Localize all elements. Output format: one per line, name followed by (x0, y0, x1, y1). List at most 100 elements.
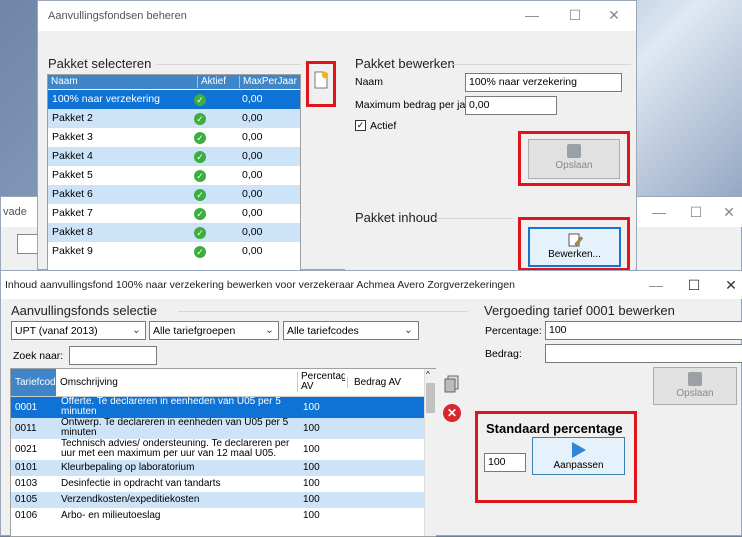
combo-value: Alle tariefgroepen (153, 325, 236, 337)
cell-naam: Pakket 7 (52, 207, 93, 219)
cell-code: 0001 (15, 402, 38, 413)
cell-omschrijving: Desinfectie in opdracht van tandarts (61, 478, 221, 489)
pakket-selecteren-heading: Pakket selecteren (48, 56, 152, 71)
grid-body: 100% naar verzekering ✓ 0,00 Pakket 2 ✓ 0,00… (48, 90, 300, 261)
standaard-percentage-input[interactable]: 100 (484, 453, 526, 472)
col-naam[interactable]: Naam (51, 76, 78, 87)
cell-percentage: 100 (303, 444, 320, 455)
bedrag-input[interactable] (545, 344, 742, 363)
cell-percentage: 100 (303, 510, 320, 521)
scroll-up-icon[interactable]: ^ (426, 370, 430, 379)
table-row[interactable]: Pakket 3 ✓ 0,00 (48, 128, 300, 147)
cell-omschrijving: Offerte. Te declareren in eenheden van U… (61, 397, 281, 417)
grid-header: Naam Aktief MaxPerJaar (48, 75, 300, 89)
cell-max: 0,00 (242, 245, 263, 257)
naam-label: Naam (355, 76, 384, 88)
window-title: Inhoud aanvullingsfond 100% naar verzeke… (5, 279, 515, 291)
check-icon: ✓ (194, 151, 206, 163)
close-button[interactable]: ✕ (721, 277, 741, 294)
vergoeding-heading: Vergoeding tarief 0001 bewerken (484, 303, 675, 318)
cell-omschrijving: Arbo- en milieutoeslag (61, 510, 161, 521)
col-tariefcode[interactable]: Tariefcode (15, 377, 61, 388)
background-close-button[interactable]: ✕ (719, 204, 739, 221)
cell-percentage: 100 (303, 478, 320, 489)
cell-code: 0011 (15, 423, 37, 434)
col-maxperjaar[interactable]: MaxPerJaar (239, 76, 297, 88)
table-row[interactable]: 0001 Offerte. Te declareren in eenheden … (11, 397, 424, 418)
save-icon (567, 144, 581, 158)
cell-code: 0103 (15, 478, 38, 489)
minimize-button[interactable]: — (646, 277, 666, 293)
cell-max: 0,00 (242, 169, 263, 181)
table-row[interactable]: 0101 Kleurbepaling op laboratorium 100 (11, 460, 424, 476)
chevron-down-icon: ⌄ (132, 324, 141, 336)
standaard-percentage-heading: Standaard percentage (486, 421, 623, 436)
table-row[interactable]: 0011 Ontwerp. Te declareren in eenheden … (11, 418, 424, 439)
background-control[interactable] (17, 234, 39, 254)
opslaan-button[interactable]: Opslaan (653, 367, 737, 405)
inhoud-bewerken-window: Inhoud aanvullingsfond 100% naar verzeke… (0, 270, 742, 537)
window-title: Aanvullingsfondsen beheren (48, 10, 187, 22)
check-icon: ✓ (194, 113, 206, 125)
group-divider (433, 218, 513, 219)
table-row[interactable]: 0021 Technisch advies/ ondersteuning. Te… (11, 439, 424, 460)
new-document-icon[interactable] (314, 71, 329, 89)
table-row[interactable]: 100% naar verzekering ✓ 0,00 (48, 90, 300, 109)
pakket-inhoud-heading: Pakket inhoud (355, 210, 438, 225)
aanpassen-button[interactable]: Aanpassen (532, 437, 625, 475)
tarief-grid[interactable]: Tariefcode Omschrijving Percentage AV Be… (10, 368, 436, 537)
delete-icon[interactable]: ✕ (443, 404, 461, 422)
naam-input[interactable]: 100% naar verzekering (465, 73, 622, 92)
max-bedrag-input[interactable]: 0,00 (465, 96, 557, 115)
play-icon (571, 442, 586, 458)
opslaan-label: Opslaan (676, 388, 714, 399)
percentage-input[interactable]: 100 (545, 321, 742, 340)
minimize-button[interactable]: — (522, 7, 542, 23)
col-bedrag[interactable]: Bedrag AV (347, 377, 401, 388)
opslaan-button[interactable]: Opslaan (528, 139, 620, 179)
grid-body: 0001 Offerte. Te declareren in eenheden … (11, 397, 424, 524)
cell-percentage: 100 (303, 402, 320, 413)
zoek-input[interactable] (69, 346, 157, 365)
close-button[interactable]: ✕ (604, 7, 624, 24)
pakket-beheer-window: Aanvullingsfondsen beheren — ☐ ✕ Pakket … (37, 0, 637, 271)
bewerken-label: Bewerken... (548, 249, 601, 260)
pakket-grid[interactable]: Naam Aktief MaxPerJaar 100% naar verzeke… (47, 74, 301, 271)
col-omschrijving[interactable]: Omschrijving (60, 377, 118, 388)
actief-checkbox[interactable]: ✓ (355, 120, 366, 131)
table-row[interactable]: 0106 Arbo- en milieutoeslag 100 (11, 508, 424, 524)
background-maximize-button[interactable]: ☐ (686, 204, 706, 221)
tariefgroep-combo[interactable]: Alle tariefgroepen ⌄ (149, 321, 279, 340)
pakket-combo[interactable]: UPT (vanaf 2013) ⌄ (11, 321, 146, 340)
table-row[interactable]: 0105 Verzendkosten/expeditiekosten 100 (11, 492, 424, 508)
cell-omschrijving: Kleurbepaling op laboratorium (61, 462, 195, 473)
cell-naam: Pakket 4 (52, 150, 93, 162)
scrollbar-thumb[interactable] (426, 383, 435, 413)
bewerken-button[interactable]: Bewerken... (528, 227, 621, 267)
chevron-down-icon: ⌄ (265, 324, 274, 336)
cell-max: 0,00 (242, 93, 263, 105)
table-row[interactable]: Pakket 6 ✓ 0,00 (48, 185, 300, 204)
copy-icon[interactable] (444, 375, 460, 393)
check-icon: ✓ (194, 132, 206, 144)
table-row[interactable]: 0103 Desinfectie in opdracht van tandart… (11, 476, 424, 492)
col-percentage[interactable]: Percentage AV (297, 372, 345, 392)
cell-naam: 100% naar verzekering (52, 93, 160, 105)
group-divider (156, 64, 301, 65)
cell-code: 0021 (15, 444, 38, 455)
maximize-button[interactable]: ☐ (565, 7, 585, 24)
table-row[interactable]: Pakket 2 ✓ 0,00 (48, 109, 300, 128)
maximize-button[interactable]: ☐ (684, 277, 704, 294)
table-row[interactable]: Pakket 9 ✓ 0,00 (48, 242, 300, 261)
tariefcode-combo[interactable]: Alle tariefcodes ⌄ (283, 321, 419, 340)
table-row[interactable]: Pakket 8 ✓ 0,00 (48, 223, 300, 242)
table-row[interactable]: Pakket 4 ✓ 0,00 (48, 147, 300, 166)
col-aktief[interactable]: Aktief (197, 76, 226, 88)
vertical-scrollbar[interactable]: ^ (424, 369, 436, 536)
background-minimize-button[interactable]: — (649, 204, 669, 220)
grid-header: Tariefcode Omschrijving Percentage AV Be… (11, 369, 424, 397)
cell-max: 0,00 (242, 226, 263, 238)
table-row[interactable]: Pakket 7 ✓ 0,00 (48, 204, 300, 223)
table-row[interactable]: Pakket 5 ✓ 0,00 (48, 166, 300, 185)
save-icon (688, 372, 702, 386)
